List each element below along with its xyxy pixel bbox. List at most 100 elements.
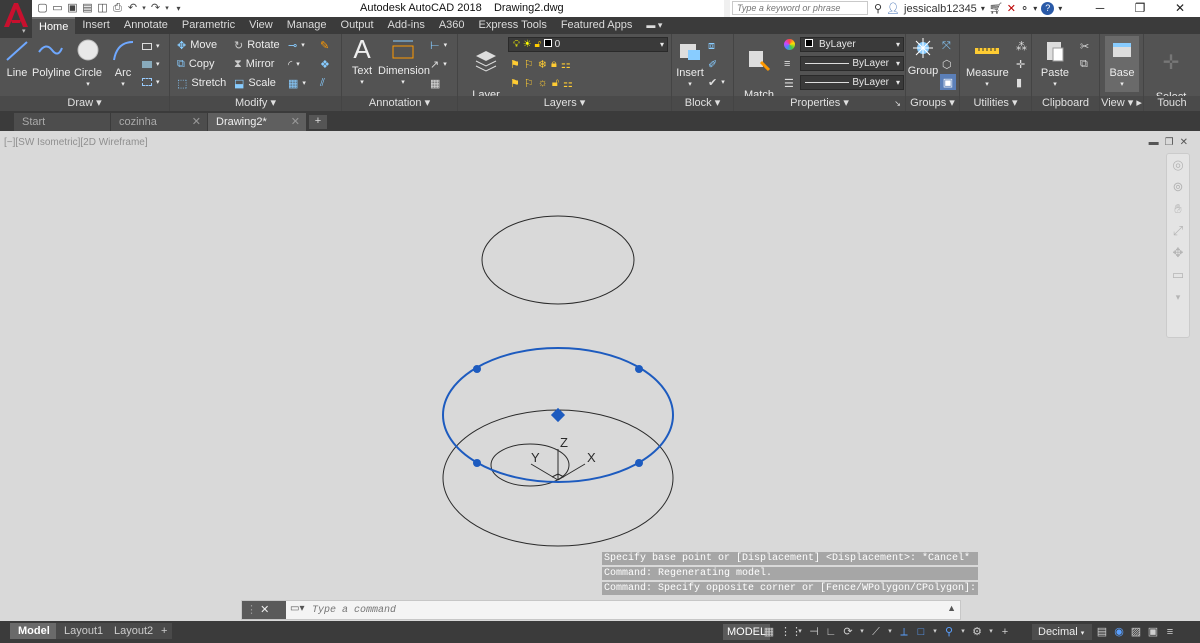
close-button[interactable]: ✕ bbox=[1160, 0, 1200, 17]
undo-icon[interactable]: ↶ bbox=[126, 2, 139, 15]
fillet-tool[interactable]: ◜ ▾ bbox=[288, 56, 300, 72]
pan-hand-icon[interactable]: ✋︎ bbox=[1167, 198, 1189, 220]
close-icon[interactable]: ✕ bbox=[291, 113, 300, 131]
ungroup-tool[interactable]: ⤧ bbox=[942, 38, 951, 54]
navbar-menu-icon[interactable]: ▾ bbox=[1167, 286, 1189, 308]
polyline-button[interactable]: Polyline bbox=[32, 38, 71, 79]
redo-dropdown-icon[interactable]: ▾ bbox=[164, 2, 170, 15]
clipboard-panel-label[interactable]: Clipboard bbox=[1032, 96, 1099, 111]
lineweight-dropdown[interactable]: ByLayer ▾ bbox=[800, 56, 904, 71]
layout-tab-layout1[interactable]: Layout1 bbox=[56, 623, 112, 639]
add-layout-button[interactable]: + bbox=[156, 623, 173, 639]
layers-panel-label[interactable]: Layers ▾ bbox=[458, 96, 671, 111]
doc-tab-cozinha[interactable]: cozinha ✕ bbox=[111, 113, 207, 131]
grid-icon[interactable]: ▦ bbox=[763, 625, 775, 639]
array-tool[interactable]: ▦ ▾ bbox=[288, 75, 306, 91]
linetype-dropdown[interactable]: ByLayer ▾ bbox=[800, 75, 904, 90]
explode-tool[interactable]: ❖ bbox=[320, 56, 330, 72]
view-panel-label[interactable]: View ▾ ▸ bbox=[1100, 96, 1143, 111]
customize-menu-icon[interactable]: ≡ bbox=[1164, 625, 1176, 639]
command-input[interactable] bbox=[312, 603, 912, 617]
leader-tool[interactable]: ↗ ▾ bbox=[430, 56, 447, 72]
minimize-icon[interactable]: ▬ bbox=[1149, 137, 1159, 148]
move-button[interactable]: ✥ Move bbox=[177, 37, 217, 53]
user-name[interactable]: jessicalb12345 bbox=[904, 3, 977, 15]
polar-icon[interactable]: ⟳ bbox=[842, 625, 854, 639]
table-tool[interactable]: ▦ bbox=[430, 75, 440, 91]
isolate-objects-icon[interactable]: ◉ bbox=[1113, 625, 1125, 639]
grip-handle[interactable] bbox=[473, 365, 481, 373]
group-selection-toggle[interactable]: ▣ bbox=[940, 74, 956, 90]
block-attribute-tool[interactable]: ✔ ▾ bbox=[708, 74, 725, 90]
chevron-down-icon[interactable]: ▾ bbox=[859, 625, 865, 639]
minimize-button[interactable]: ─ bbox=[1080, 0, 1120, 17]
print-icon[interactable]: ⎙ bbox=[111, 2, 124, 15]
isodraft-icon[interactable]: ⟋ bbox=[870, 625, 882, 639]
text-button[interactable]: A Text ▾ bbox=[348, 36, 376, 89]
grip-handle[interactable] bbox=[635, 459, 643, 467]
grip-handle[interactable] bbox=[635, 365, 643, 373]
line-button[interactable]: Line bbox=[3, 38, 31, 79]
new-file-icon[interactable]: ▢ bbox=[36, 2, 49, 15]
ribbon-options-icon[interactable]: ▬ ▾ bbox=[639, 17, 669, 34]
viewport-controls-label[interactable]: [−][SW Isometric][2D Wireframe] bbox=[4, 137, 148, 148]
doc-tab-start[interactable]: Start bbox=[14, 113, 110, 131]
tab-view[interactable]: View bbox=[242, 17, 280, 34]
orbit-icon[interactable]: ⊚ bbox=[1167, 176, 1189, 198]
tab-add-ins[interactable]: Add-ins bbox=[381, 17, 432, 34]
clean-screen-icon[interactable]: ▣ bbox=[1147, 625, 1159, 639]
restore-icon[interactable]: ❐ bbox=[1165, 137, 1174, 148]
layer-thaw-icon[interactable]: ☼ bbox=[538, 77, 548, 89]
close-icon[interactable]: ✕ bbox=[1180, 137, 1188, 148]
tab-output[interactable]: Output bbox=[334, 17, 381, 34]
layout-tab-layout2[interactable]: Layout2 bbox=[106, 623, 162, 639]
insert-button[interactable]: Insert ▾ bbox=[674, 38, 706, 91]
group-edit-tool[interactable]: ⬡ bbox=[942, 56, 952, 72]
id-point-tool[interactable]: ✛ bbox=[1016, 56, 1025, 72]
quick-select-tool[interactable]: ⁂ bbox=[1016, 38, 1027, 54]
chevron-down-icon[interactable]: ▾ bbox=[887, 625, 893, 639]
tab-home[interactable]: Home bbox=[32, 17, 76, 34]
user-icon[interactable]: 👤︎ bbox=[886, 2, 900, 15]
arc-button[interactable]: Arc ▾ bbox=[108, 38, 138, 91]
layer-make-current-icon[interactable]: ⚑ bbox=[510, 77, 520, 90]
annotation-panel-label[interactable]: Annotation ▾ bbox=[342, 96, 457, 111]
chevron-down-icon[interactable]: ▾ bbox=[1033, 4, 1037, 13]
chevron-up-icon[interactable]: ▲ bbox=[947, 603, 956, 613]
close-icon[interactable]: ✕ bbox=[260, 604, 269, 616]
grip-icon[interactable]: ⋮ bbox=[246, 604, 257, 616]
redo-icon[interactable]: ↷ bbox=[149, 2, 162, 15]
copy-clip-tool[interactable]: ⧉ bbox=[1080, 56, 1088, 72]
offset-tool[interactable]: ⫽ bbox=[320, 75, 325, 91]
orbit-tool-icon[interactable]: ✥ bbox=[1167, 242, 1189, 264]
new-tab-button[interactable]: + bbox=[309, 115, 327, 129]
trim-tool[interactable]: ⊸ ▾ bbox=[288, 37, 305, 53]
chevron-down-icon[interactable]: ▾ bbox=[988, 625, 994, 639]
color-wheel-icon[interactable] bbox=[784, 39, 795, 50]
quick-properties-icon[interactable]: ▤ bbox=[1096, 625, 1108, 639]
search-input[interactable] bbox=[732, 1, 868, 15]
chevron-down-icon[interactable]: ▾ bbox=[960, 625, 966, 639]
infer-constraints-icon[interactable]: ⊣ bbox=[808, 625, 820, 639]
open-file-icon[interactable]: ▭ bbox=[51, 2, 64, 15]
hardware-acceleration-icon[interactable]: ▨ bbox=[1130, 625, 1142, 639]
grip-handle[interactable] bbox=[473, 459, 481, 467]
measure-button[interactable]: Measure ▾ bbox=[966, 38, 1009, 91]
cart-icon[interactable]: 🛒︎ bbox=[989, 2, 1003, 15]
tab-parametric[interactable]: Parametric bbox=[175, 17, 242, 34]
save-icon[interactable]: ▣ bbox=[66, 2, 79, 15]
create-block-tool[interactable]: ⧈ bbox=[708, 38, 715, 54]
showmotion-icon[interactable]: ▭ bbox=[1167, 264, 1189, 286]
layer-isolate-icon[interactable]: ⚐ bbox=[524, 58, 534, 71]
layer-unlock-icon[interactable]: 🔓︎ bbox=[552, 77, 559, 90]
rectangle-tool[interactable]: ▾ bbox=[142, 38, 160, 54]
touch-panel-label[interactable]: Touch bbox=[1144, 96, 1200, 111]
doc-tab-drawing2[interactable]: Drawing2* ✕ bbox=[208, 113, 306, 131]
drawing-viewport[interactable]: Z X Y [−][SW Isometric][2D Wireframe] ▬ … bbox=[0, 131, 1200, 621]
snap-icon[interactable]: ⋮⋮ bbox=[780, 625, 802, 639]
layer-match-icon[interactable]: ⚏ bbox=[561, 58, 571, 71]
command-prompt-icon[interactable]: ▭▾ bbox=[290, 603, 304, 614]
boundary-tool[interactable]: ▾ bbox=[142, 74, 160, 90]
drawing-canvas[interactable]: Z X Y bbox=[0, 131, 1200, 621]
top-ellipse[interactable] bbox=[481, 215, 635, 305]
